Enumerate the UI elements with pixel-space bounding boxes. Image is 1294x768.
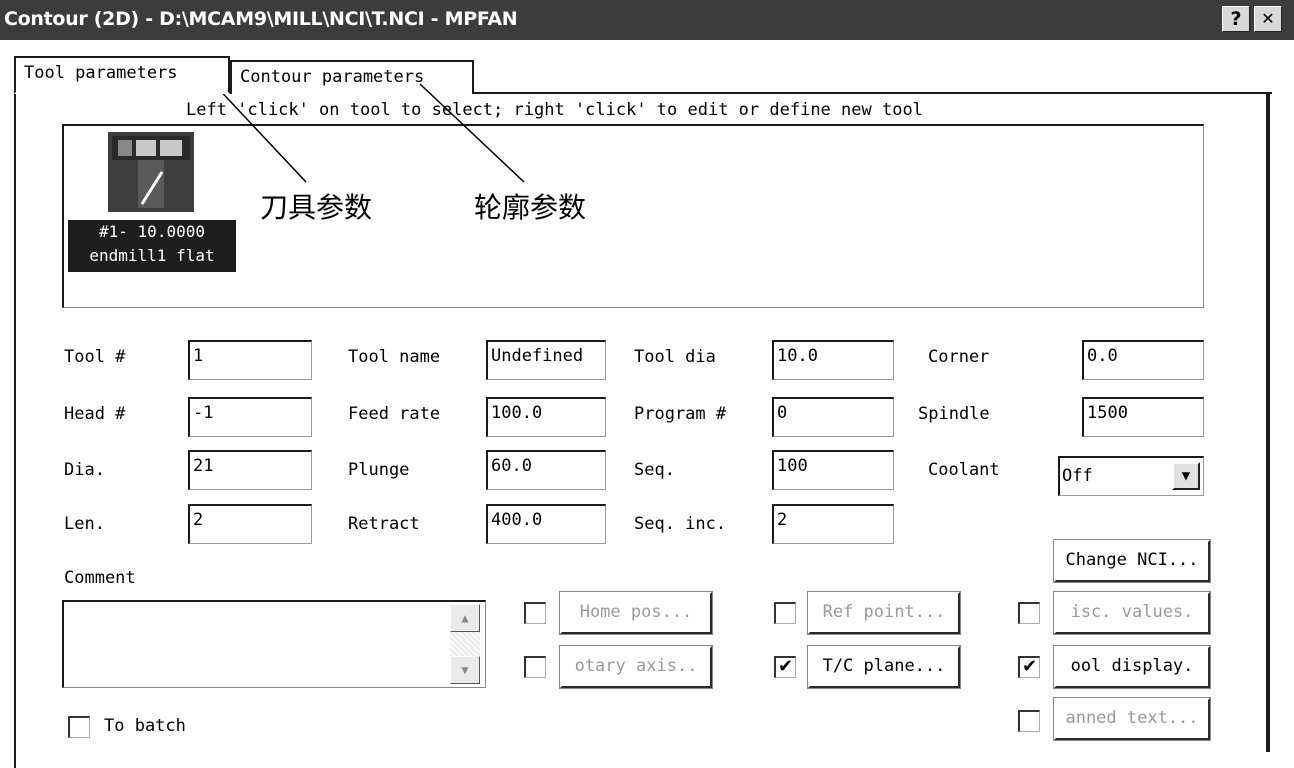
canned-text-checkbox[interactable]: [1018, 710, 1040, 732]
rotary-axis-button[interactable]: otary axis..: [559, 645, 713, 689]
annotation-tool-params: 刀具参数: [260, 191, 373, 224]
tc-plane-button[interactable]: T/C plane...: [807, 645, 961, 689]
tool-display-button[interactable]: ool display.: [1053, 645, 1211, 689]
spindle-field[interactable]: 1500: [1082, 397, 1204, 437]
len-field[interactable]: 2: [188, 504, 312, 544]
plunge-label: Plunge: [348, 460, 410, 480]
annotation-contour-params: 轮廓参数: [474, 191, 587, 224]
misc-values-checkbox[interactable]: [1018, 602, 1040, 624]
chevron-down-icon[interactable]: ▼: [1172, 462, 1200, 490]
spindle-label: Spindle: [918, 404, 990, 424]
tool-num-field[interactable]: 1: [188, 340, 312, 380]
feed-rate-label: Feed rate: [348, 404, 441, 424]
head-num-label: Head #: [64, 404, 126, 424]
tool-name-field[interactable]: Undefined: [486, 340, 606, 380]
tool-display-checkbox[interactable]: ✔: [1018, 656, 1040, 678]
corner-field[interactable]: 0.0: [1082, 340, 1204, 380]
comment-label: Comment: [64, 568, 136, 588]
to-batch-label: To batch: [104, 716, 186, 736]
check-icon: ✔: [1021, 656, 1038, 677]
head-num-field[interactable]: -1: [188, 397, 312, 437]
plunge-field[interactable]: 60.0: [486, 450, 606, 490]
program-num-label: Program #: [634, 404, 727, 424]
ref-point-checkbox[interactable]: [774, 602, 796, 624]
seq-inc-field[interactable]: 2: [772, 504, 894, 544]
coolant-select-value: Off: [1062, 466, 1093, 486]
len-label: Len.: [64, 514, 105, 534]
corner-label: Corner: [928, 347, 990, 367]
misc-values-button[interactable]: isc. values.: [1053, 591, 1211, 635]
tab-tool-parameters[interactable]: Tool parameters: [14, 56, 230, 94]
program-num-field[interactable]: 0: [772, 397, 894, 437]
seq-inc-label: Seq. inc.: [634, 514, 727, 534]
retract-label: Retract: [348, 514, 420, 534]
rotary-axis-checkbox[interactable]: [524, 656, 546, 678]
retract-field[interactable]: 400.0: [486, 504, 606, 544]
ref-point-button[interactable]: Ref point...: [807, 591, 961, 635]
change-nci-button[interactable]: Change NCI...: [1053, 539, 1211, 583]
feed-rate-field[interactable]: 100.0: [486, 397, 606, 437]
dia-field[interactable]: 21: [188, 450, 312, 490]
tool-num-label: Tool #: [64, 347, 126, 367]
comment-textarea[interactable]: [62, 600, 486, 688]
coolant-label: Coolant: [928, 460, 1000, 480]
scroll-up-icon[interactable]: ▲: [450, 604, 480, 632]
canned-text-button[interactable]: anned text...: [1053, 697, 1211, 741]
seq-field[interactable]: 100: [772, 450, 894, 490]
tool-dia-field[interactable]: 10.0: [772, 340, 894, 380]
tc-plane-checkbox[interactable]: ✔: [774, 656, 796, 678]
seq-label: Seq.: [634, 460, 675, 480]
tool-name-label: Tool name: [348, 347, 441, 367]
dia-label: Dia.: [64, 460, 105, 480]
home-pos-checkbox[interactable]: [524, 602, 546, 624]
home-pos-button[interactable]: Home pos...: [559, 591, 713, 635]
scroll-down-icon[interactable]: ▼: [450, 656, 480, 684]
tool-dia-label: Tool dia: [634, 347, 716, 367]
check-icon: ✔: [777, 656, 794, 677]
to-batch-checkbox[interactable]: [68, 716, 90, 738]
